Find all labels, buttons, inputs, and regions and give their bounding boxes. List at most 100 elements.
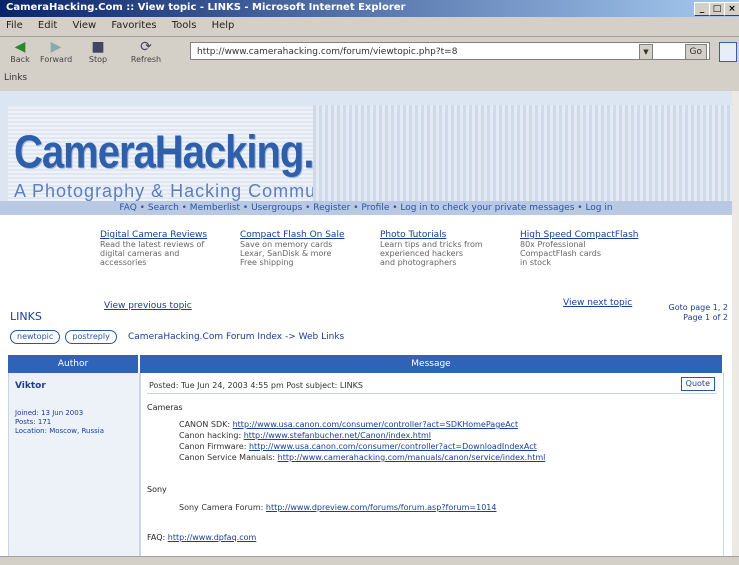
post-subject: Posted: Tue Jun 24, 2003 4:55 pm Post su… <box>149 381 363 390</box>
link-line: Sony Camera Forum: http://www.dpreview.c… <box>179 503 496 512</box>
promo-line: Lexar, SanDisk & more <box>240 249 332 258</box>
back-button[interactable]: ◀ Back <box>4 39 36 67</box>
promo-line: Read the latest reviews of <box>100 240 205 249</box>
promo-line: and photographers <box>380 258 457 267</box>
topic-title: LINKS <box>10 310 42 323</box>
link-url[interactable]: http://www.dpreview.com/forums/forum.asp… <box>266 503 497 512</box>
site-tagline: A Photography & Hacking Community <box>14 181 349 201</box>
address-bar[interactable]: http://www.camerahacking.com/forum/viewt… <box>190 42 710 60</box>
link-line: CANON SDK: http://www.usa.canon.com/cons… <box>179 420 518 429</box>
author-meta: Joined: 13 Jun 2003 Posts: 171 Location:… <box>15 409 104 436</box>
close-button[interactable]: × <box>724 2 739 16</box>
site-header: CameraHacking.Com A Photography & Hackin… <box>0 91 732 201</box>
topic-actions: newtopic postreply CameraHacking.Com For… <box>10 330 344 344</box>
refresh-label: Refresh <box>130 55 162 64</box>
stop-button[interactable]: ■ Stop <box>82 39 114 67</box>
promo-4[interactable]: High Speed CompactFlash 80x Professional… <box>520 231 655 268</box>
promo-line: CompactFlash cards <box>520 249 601 258</box>
breadcrumb[interactable]: CameraHacking.Com Forum Index -> Web Lin… <box>128 330 344 344</box>
back-label: Back <box>10 55 30 64</box>
minimize-button[interactable]: _ <box>694 2 710 16</box>
author-location: Location: Moscow, Russia <box>15 427 104 435</box>
maximize-button[interactable]: □ <box>709 2 725 16</box>
header-banner <box>313 105 732 201</box>
page-viewport: CameraHacking.Com A Photography & Hackin… <box>0 91 732 556</box>
refresh-button[interactable]: ⟳ Refresh <box>130 39 162 67</box>
menu-favorites[interactable]: Favorites <box>111 20 156 31</box>
menu-help[interactable]: Help <box>212 20 235 31</box>
menu-view[interactable]: View <box>72 20 96 31</box>
status-bar <box>0 556 739 565</box>
promo-line: 80x Professional <box>520 240 586 249</box>
posts-table-header: Author Message <box>8 355 722 373</box>
link-url[interactable]: http://www.usa.canon.com/consumer/contro… <box>249 442 537 451</box>
link-label: Canon hacking: <box>179 431 242 440</box>
promo-title[interactable]: Digital Camera Reviews <box>100 231 235 240</box>
promo-2[interactable]: Compact Flash On Sale Save on memory car… <box>240 231 375 268</box>
quote-button[interactable]: Quote <box>680 377 715 391</box>
forward-button[interactable]: ▶ Forward <box>40 39 72 67</box>
author-cell: Viktor Joined: 13 Jun 2003 Posts: 171 Lo… <box>9 373 141 556</box>
link-label: Canon Service Manuals: <box>179 453 276 462</box>
menu-tools[interactable]: Tools <box>172 20 197 31</box>
promo-line: in stock <box>520 258 552 267</box>
promo-line: Save on memory cards <box>240 240 333 249</box>
link-url[interactable]: http://www.stefanbucher.net/Canon/index.… <box>244 431 431 440</box>
faq-label: FAQ: <box>147 533 166 542</box>
menu-edit[interactable]: Edit <box>38 20 57 31</box>
link-label: CANON SDK: <box>179 420 231 429</box>
promo-title[interactable]: Compact Flash On Sale <box>240 231 375 240</box>
vertical-scrollbar[interactable] <box>732 91 739 556</box>
link-url[interactable]: http://www.usa.canon.com/consumer/contro… <box>233 420 518 429</box>
promo-row: Digital Camera Reviews Read the latest r… <box>100 231 660 281</box>
address-url: http://www.camerahacking.com/forum/viewt… <box>197 47 458 57</box>
promo-line: accessories <box>100 258 147 267</box>
section-cameras: Cameras <box>147 403 183 412</box>
link-line: Canon hacking: http://www.stefanbucher.n… <box>179 431 431 440</box>
promo-line: Free shipping <box>240 258 294 267</box>
links-label[interactable]: Links <box>4 73 27 83</box>
previous-topic-link[interactable]: View previous topic <box>104 301 192 311</box>
refresh-icon: ⟳ <box>140 39 152 55</box>
faq-link[interactable]: http://www.dpfaq.com <box>168 533 257 542</box>
link-url[interactable]: http://www.camerahacking.com/manuals/can… <box>278 453 546 462</box>
section-sony: Sony <box>147 485 167 494</box>
go-button[interactable]: Go <box>684 44 707 59</box>
link-line: Canon Firmware: http://www.usa.canon.com… <box>179 442 537 451</box>
promo-1[interactable]: Digital Camera Reviews Read the latest r… <box>100 231 235 268</box>
page-info: Goto page 1, 2 Page 1 of 2 <box>669 303 728 323</box>
back-arrow-icon: ◀ <box>14 39 26 55</box>
promo-line: experienced hackers <box>380 249 464 258</box>
promo-line: digital cameras and <box>100 249 180 258</box>
promo-title[interactable]: Photo Tutorials <box>380 231 515 240</box>
faq-line: FAQ: http://www.dpfaq.com <box>147 533 256 542</box>
post-reply-button[interactable]: postreply <box>65 330 117 344</box>
links-toolbar-icon[interactable] <box>719 42 737 62</box>
title-bar: CameraHacking.Com :: View topic - LINKS … <box>0 0 739 17</box>
post-divider <box>147 393 717 394</box>
message-column-header: Message <box>411 359 451 369</box>
link-label: Sony Camera Forum: <box>179 503 264 512</box>
author-column-header: Author <box>57 359 89 369</box>
forward-label: Forward <box>40 55 73 64</box>
new-topic-button[interactable]: newtopic <box>10 330 61 344</box>
link-label: Canon Firmware: <box>179 442 247 451</box>
next-topic-link[interactable]: View next topic <box>563 298 632 308</box>
promo-title[interactable]: High Speed CompactFlash <box>520 231 655 240</box>
goto-page-link[interactable]: Goto page 1, 2 <box>669 303 728 313</box>
menu-file[interactable]: File <box>6 20 23 31</box>
stop-icon: ■ <box>91 39 105 55</box>
promo-3[interactable]: Photo Tutorials Learn tips and tricks fr… <box>380 231 515 268</box>
post-row: Viktor Joined: 13 Jun 2003 Posts: 171 Lo… <box>8 373 724 556</box>
stop-label: Stop <box>88 55 108 64</box>
toolbar: ◀ Back ▶ Forward ■ Stop ⟳ Refresh http:/… <box>0 37 739 69</box>
author-joined: Joined: 13 Jun 2003 <box>15 409 84 417</box>
address-dropdown-icon[interactable]: ▼ <box>639 44 653 59</box>
author-posts: Posts: 171 <box>15 418 52 426</box>
forward-arrow-icon: ▶ <box>50 39 62 55</box>
post-author[interactable]: Viktor <box>15 381 46 391</box>
nav-links[interactable]: FAQ • Search • Memberlist • Usergroups •… <box>0 201 732 215</box>
menu-bar: File Edit View Favorites Tools Help <box>0 17 739 37</box>
promo-line: Learn tips and tricks from <box>380 240 483 249</box>
page-count: Page 1 of 2 <box>683 313 728 322</box>
